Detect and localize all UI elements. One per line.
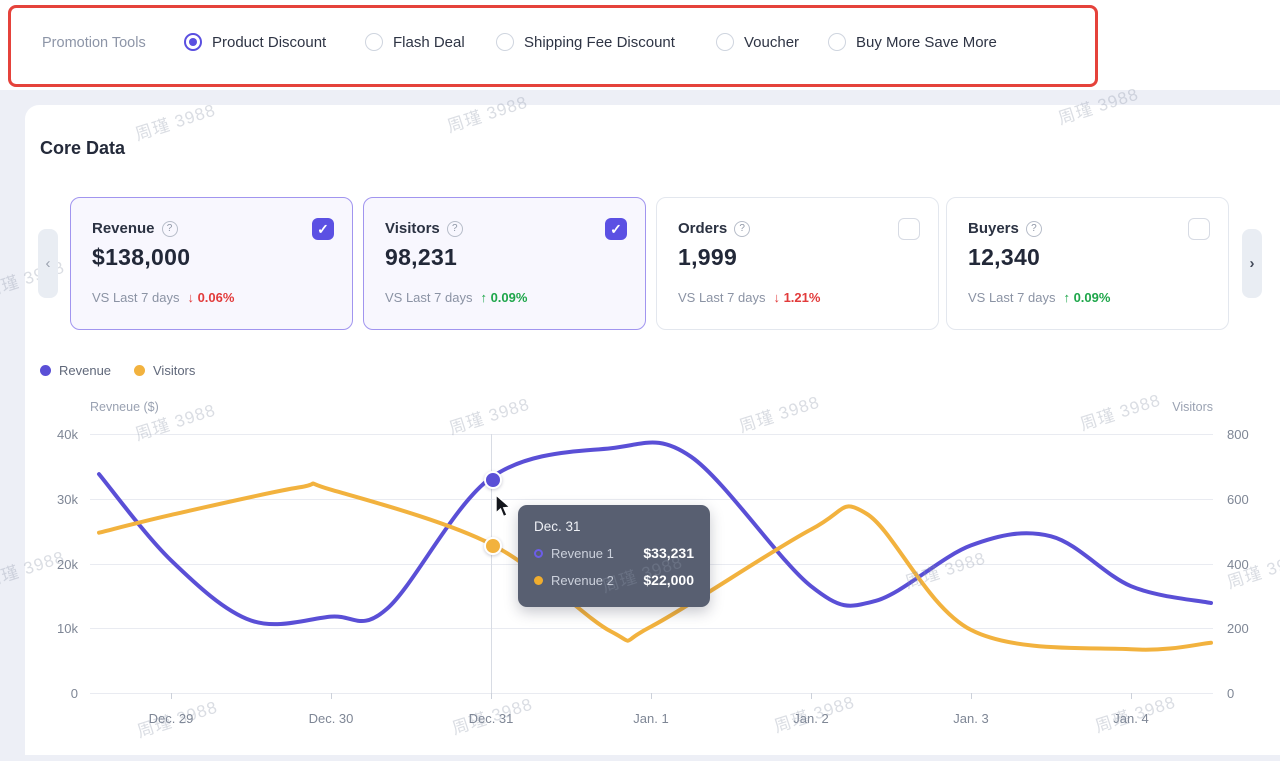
metric-value: 12,340 — [968, 244, 1041, 270]
metric-compare: VS Last 7 days ↓ 0.06% — [92, 290, 235, 305]
revenue2-marker-icon — [534, 575, 543, 585]
right-axis-tick: 600 — [1227, 491, 1249, 507]
carousel-next-button[interactable]: › — [1242, 229, 1262, 298]
help-icon[interactable]: ? — [734, 220, 751, 237]
carousel-prev-button[interactable]: ‹ — [38, 229, 58, 298]
metric-value: 98,231 — [385, 244, 458, 270]
metric-checkbox[interactable]: ✓ — [605, 218, 627, 240]
visitors-data-point[interactable] — [484, 537, 502, 556]
x-axis-tick — [811, 693, 812, 699]
x-axis-label: Jan. 4 — [1113, 711, 1149, 726]
metric-card-buyers[interactable]: Buyers ? 12,340 VS Last 7 days ↑ 0.09% — [946, 197, 1229, 330]
x-axis-tick — [1131, 693, 1132, 699]
metric-checkbox[interactable] — [1188, 218, 1210, 240]
trend-arrow-icon: ↓ — [187, 290, 194, 305]
metric-card-orders[interactable]: Orders ? 1,999 VS Last 7 days ↓ 1.21% — [656, 197, 939, 330]
x-axis-tick — [171, 693, 172, 699]
trend-indicator: ↑ 0.09% — [480, 290, 528, 305]
metric-card-revenue[interactable]: Revenue ? ✓ $138,000 VS Last 7 days ↓ 0.… — [70, 197, 353, 330]
left-axis-tick: 30k — [57, 491, 78, 507]
tooltip-row: Revenue 1 $33,231 — [534, 545, 694, 561]
radio-product-discount[interactable]: Product Discount — [184, 33, 326, 51]
dashboard-screen: Promotion Tools Product Discount Flash D… — [0, 0, 1280, 761]
promotion-tools-bar: Promotion Tools Product Discount Flash D… — [0, 0, 1280, 90]
metric-card-visitors[interactable]: Visitors ? ✓ 98,231 VS Last 7 days ↑ 0.0… — [363, 197, 646, 330]
trend-indicator: ↑ 0.09% — [1063, 290, 1111, 305]
radio-unselected-icon — [365, 33, 383, 51]
help-icon[interactable]: ? — [161, 220, 178, 237]
x-axis-label: Dec. 31 — [468, 711, 514, 726]
x-axis-tick — [491, 693, 492, 699]
revenue-data-point[interactable] — [484, 470, 502, 489]
x-axis-label: Dec. 30 — [308, 711, 354, 726]
x-axis-label: Jan. 1 — [633, 711, 669, 726]
right-axis-tick: 400 — [1227, 556, 1249, 572]
metric-title: Revenue ? — [92, 220, 178, 237]
radio-shipping-fee-discount[interactable]: Shipping Fee Discount — [496, 33, 675, 51]
metric-checkbox[interactable] — [898, 218, 920, 240]
metric-title: Orders ? — [678, 220, 751, 237]
chevron-right-icon: › — [1249, 255, 1255, 272]
metric-value: $138,000 — [92, 244, 191, 270]
gridline — [90, 498, 1213, 500]
radio-selected-icon — [184, 33, 202, 51]
help-icon[interactable]: ? — [446, 220, 463, 237]
metric-value: 1,999 — [678, 244, 738, 270]
metric-title: Buyers ? — [968, 220, 1042, 237]
core-data-title: Core Data — [40, 138, 126, 158]
radio-voucher[interactable]: Voucher — [716, 33, 799, 51]
legend-dot-visitors-icon — [134, 365, 145, 376]
tooltip-value: $22,000 — [643, 572, 694, 588]
metric-checkbox[interactable]: ✓ — [312, 218, 334, 240]
left-axis-tick: 20k — [57, 556, 78, 572]
metric-title: Visitors ? — [385, 220, 463, 237]
x-axis-label: Dec. 29 — [148, 711, 194, 726]
legend-item-revenue[interactable]: Revenue — [40, 363, 111, 378]
radio-unselected-icon — [828, 33, 846, 51]
gridline — [90, 628, 1213, 630]
trend-arrow-icon: ↑ — [1063, 290, 1070, 305]
metric-compare: VS Last 7 days ↑ 0.09% — [968, 290, 1111, 305]
legend-item-visitors[interactable]: Visitors — [134, 363, 195, 378]
gridline — [90, 434, 1213, 435]
help-icon[interactable]: ? — [1025, 220, 1042, 237]
x-axis-tick — [651, 693, 652, 699]
left-axis-tick: 0 — [70, 686, 78, 701]
legend-dot-revenue-icon — [40, 365, 51, 376]
x-axis-tick — [971, 693, 972, 699]
x-axis-label: Jan. 3 — [953, 711, 989, 726]
x-axis-label: Jan. 2 — [793, 711, 829, 726]
chevron-left-icon: ‹ — [45, 255, 51, 272]
metric-compare: VS Last 7 days ↓ 1.21% — [678, 290, 821, 305]
radio-buy-more-save-more[interactable]: Buy More Save More — [828, 33, 997, 51]
radio-flash-deal[interactable]: Flash Deal — [365, 33, 465, 51]
radio-unselected-icon — [496, 33, 514, 51]
right-axis-tick: 800 — [1227, 427, 1249, 442]
left-axis-tick: 10k — [57, 621, 78, 637]
left-axis-title: Revneue ($) — [90, 400, 159, 414]
trend-arrow-icon: ↓ — [773, 290, 780, 305]
trend-indicator: ↓ 0.06% — [187, 290, 235, 305]
tooltip-date: Dec. 31 — [534, 519, 581, 534]
right-axis-tick: 200 — [1227, 621, 1249, 637]
trend-arrow-icon: ↑ — [480, 290, 487, 305]
chart-tooltip: Dec. 31 Revenue 1 $33,231 Revenue 2 $22,… — [518, 505, 710, 607]
radio-unselected-icon — [716, 33, 734, 51]
trend-indicator: ↓ 1.21% — [773, 290, 821, 305]
revenue1-marker-icon — [534, 548, 543, 558]
tooltip-value: $33,231 — [643, 545, 694, 561]
right-axis-tick: 0 — [1227, 686, 1235, 701]
tooltip-row: Revenue 2 $22,000 — [534, 572, 694, 588]
metric-compare: VS Last 7 days ↑ 0.09% — [385, 290, 528, 305]
x-axis-tick — [331, 693, 332, 699]
right-axis-title: Visitors — [1172, 400, 1213, 414]
left-axis-tick: 40k — [57, 427, 78, 442]
promotion-tools-label: Promotion Tools — [42, 35, 146, 51]
